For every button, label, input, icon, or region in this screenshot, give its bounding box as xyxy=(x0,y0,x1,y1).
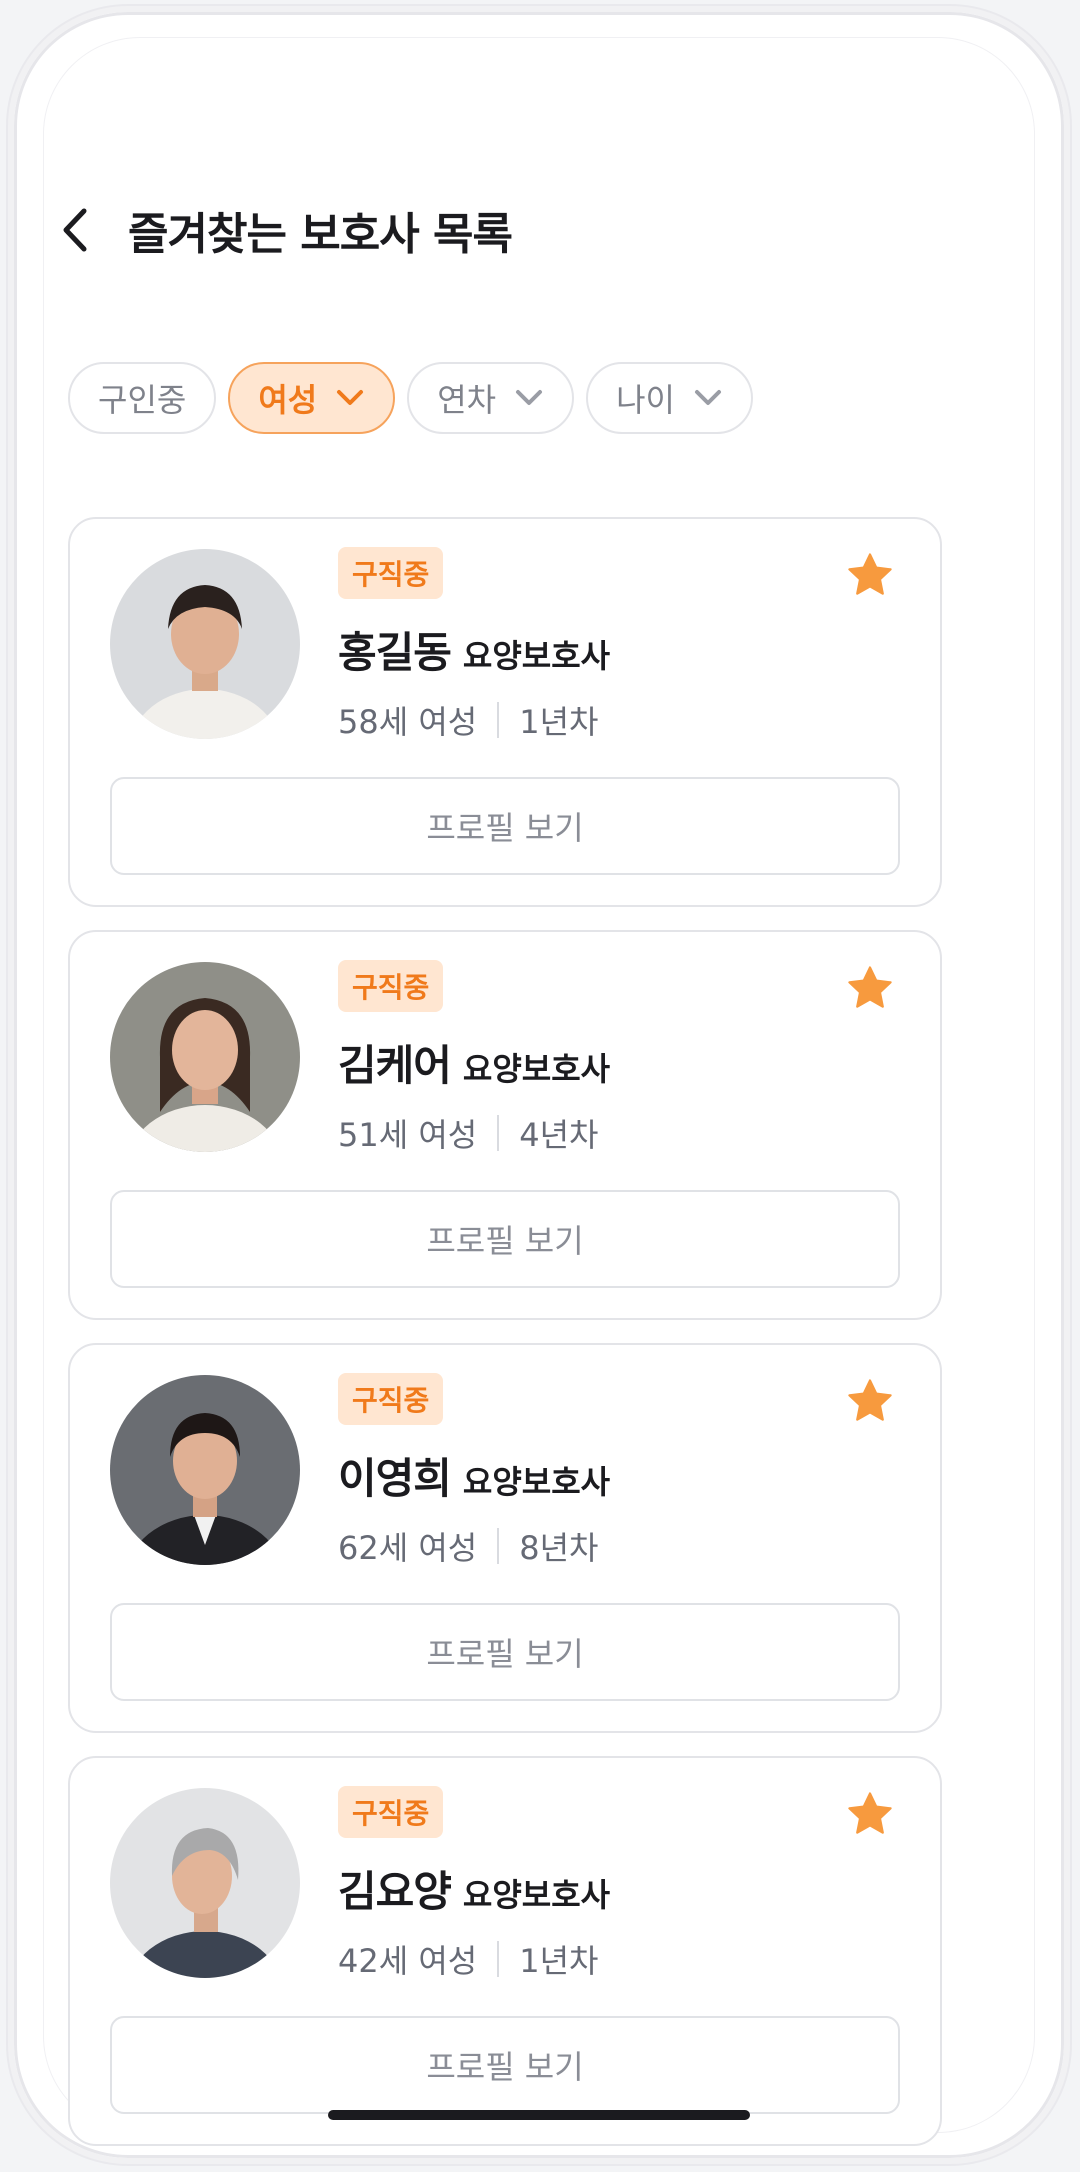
filter-chip-label: 구인중 xyxy=(98,381,187,419)
divider xyxy=(497,1115,500,1151)
star-icon[interactable] xyxy=(844,549,896,601)
name-line: 이영희 요양보호사 xyxy=(338,1445,610,1506)
filter-chip-age[interactable]: 나이 xyxy=(586,362,753,434)
caregiver-meta: 62세 여성 8년차 xyxy=(338,1523,598,1569)
avatar xyxy=(110,962,300,1152)
age-gender: 62세 여성 xyxy=(338,1529,478,1567)
avatar xyxy=(110,549,300,739)
caregiver-meta: 42세 여성 1년차 xyxy=(338,1936,598,1982)
caregiver-role: 요양보호사 xyxy=(462,1050,611,1088)
chevron-down-icon xyxy=(693,388,723,408)
filter-chip-label: 연차 xyxy=(437,381,497,419)
caregiver-card: 구직중 홍길동 요양보호사 58세 여성 1년차 프로필 보기 xyxy=(68,517,942,907)
view-profile-button[interactable]: 프로필 보기 xyxy=(110,2016,900,2114)
caregiver-role: 요양보호사 xyxy=(462,637,611,675)
caregiver-card: 구직중 김케어 요양보호사 51세 여성 4년차 프로필 보기 xyxy=(68,930,942,1320)
status-badge: 구직중 xyxy=(338,960,444,1012)
avatar xyxy=(110,1375,300,1565)
caregiver-card: 구직중 이영희 요양보호사 62세 여성 8년차 프로필 보기 xyxy=(68,1343,942,1733)
star-icon[interactable] xyxy=(844,1375,896,1427)
name-line: 김케어 요양보호사 xyxy=(338,1032,610,1093)
caregiver-card: 구직중 김요양 요양보호사 42세 여성 1년차 프로필 보기 xyxy=(68,1756,942,2146)
back-icon[interactable] xyxy=(60,200,100,260)
experience: 8년차 xyxy=(519,1529,599,1567)
star-icon[interactable] xyxy=(844,962,896,1014)
experience: 1년차 xyxy=(519,1942,599,1980)
avatar xyxy=(110,1788,300,1978)
caregiver-meta: 51세 여성 4년차 xyxy=(338,1110,598,1156)
filter-chip-gender[interactable]: 여성 xyxy=(228,362,396,434)
caregiver-name: 김케어 xyxy=(338,1041,452,1090)
caregiver-role: 요양보호사 xyxy=(462,1876,611,1914)
view-profile-button[interactable]: 프로필 보기 xyxy=(110,1190,900,1288)
home-indicator xyxy=(328,2110,750,2120)
header: 즐겨찾는 보호사 목록 xyxy=(60,195,513,265)
name-line: 김요양 요양보호사 xyxy=(338,1858,610,1919)
age-gender: 51세 여성 xyxy=(338,1116,478,1154)
view-profile-button[interactable]: 프로필 보기 xyxy=(110,777,900,875)
caregiver-name: 김요양 xyxy=(338,1867,452,1916)
caregiver-meta: 58세 여성 1년차 xyxy=(338,697,598,743)
filter-bar: 구인중 여성 연차 나이 xyxy=(68,362,753,434)
caregiver-name: 홍길동 xyxy=(338,628,452,677)
filter-chip-hiring[interactable]: 구인중 xyxy=(68,362,217,434)
star-icon[interactable] xyxy=(844,1788,896,1840)
divider xyxy=(497,1941,500,1977)
filter-chip-label: 나이 xyxy=(616,381,675,419)
caregiver-role: 요양보호사 xyxy=(462,1463,611,1501)
status-badge: 구직중 xyxy=(338,1786,444,1838)
filter-chip-label: 여성 xyxy=(258,381,318,419)
filter-chip-experience[interactable]: 연차 xyxy=(407,362,575,434)
status-badge: 구직중 xyxy=(338,547,444,599)
chevron-down-icon xyxy=(335,388,365,408)
age-gender: 58세 여성 xyxy=(338,703,478,741)
status-badge: 구직중 xyxy=(338,1373,444,1425)
name-line: 홍길동 요양보호사 xyxy=(338,619,610,680)
divider xyxy=(497,1528,500,1564)
view-profile-button[interactable]: 프로필 보기 xyxy=(110,1603,900,1701)
divider xyxy=(497,702,500,738)
caregiver-name: 이영희 xyxy=(338,1454,452,1503)
page-title: 즐겨찾는 보호사 목록 xyxy=(128,209,513,260)
experience: 4년차 xyxy=(519,1116,599,1154)
age-gender: 42세 여성 xyxy=(338,1942,478,1980)
chevron-down-icon xyxy=(514,388,544,408)
experience: 1년차 xyxy=(519,703,599,741)
